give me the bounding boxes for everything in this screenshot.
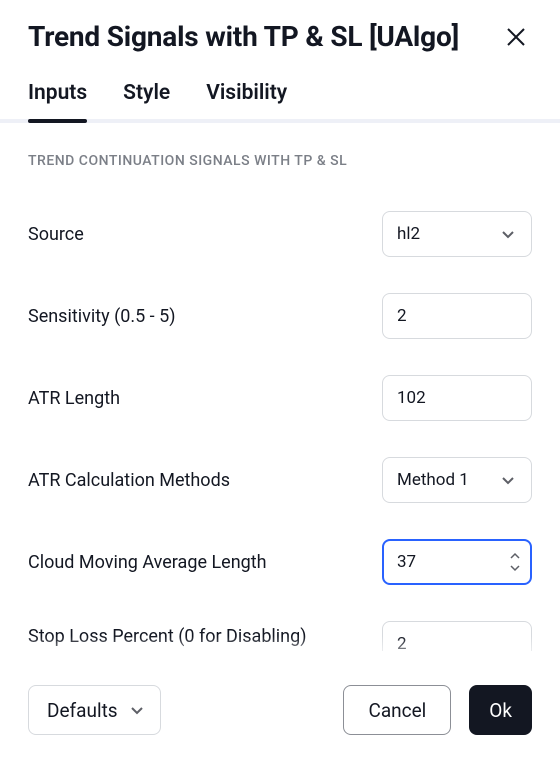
chevron-down-icon xyxy=(499,225,517,243)
dialog-footer: Defaults Cancel Ok xyxy=(0,666,560,759)
defaults-button[interactable]: Defaults xyxy=(28,685,161,735)
section-heading: TREND CONTINUATION SIGNALS WITH TP & SL xyxy=(28,153,532,169)
dialog-header: Trend Signals with TP & SL [UAlgo] xyxy=(0,0,560,61)
label-sensitivity: Sensitivity (0.5 - 5) xyxy=(28,306,176,327)
select-atr-method[interactable]: Method 1 xyxy=(382,457,532,503)
label-cloud-ma: Cloud Moving Average Length xyxy=(28,552,267,573)
ok-button[interactable]: Ok xyxy=(469,685,532,735)
chevron-down-icon xyxy=(499,471,517,489)
row-atr-method: ATR Calculation Methods Method 1 xyxy=(28,457,532,503)
input-atr-length[interactable] xyxy=(382,375,532,421)
select-source[interactable]: hl2 xyxy=(382,211,532,257)
dialog-title: Trend Signals with TP & SL [UAlgo] xyxy=(28,20,459,53)
input-stop-loss[interactable] xyxy=(382,621,532,651)
label-source: Source xyxy=(28,224,84,245)
label-atr-length: ATR Length xyxy=(28,388,120,409)
number-stepper xyxy=(508,545,522,579)
tab-visibility[interactable]: Visibility xyxy=(206,81,287,119)
close-icon xyxy=(505,26,527,48)
row-source: Source hl2 xyxy=(28,211,532,257)
tab-inputs[interactable]: Inputs xyxy=(28,81,87,119)
input-stop-loss-field[interactable] xyxy=(397,634,517,651)
select-atr-method-value: Method 1 xyxy=(397,470,469,490)
label-atr-method: ATR Calculation Methods xyxy=(28,470,230,491)
row-atr-length: ATR Length xyxy=(28,375,532,421)
input-sensitivity-field[interactable] xyxy=(397,306,517,326)
cancel-button[interactable]: Cancel xyxy=(343,685,451,735)
chevron-down-icon[interactable] xyxy=(508,563,522,573)
chevron-down-icon xyxy=(128,701,146,719)
defaults-label: Defaults xyxy=(47,699,118,722)
input-cloud-ma[interactable] xyxy=(382,539,532,585)
input-sensitivity[interactable] xyxy=(382,293,532,339)
label-stop-loss: Stop Loss Percent (0 for Disabling) xyxy=(28,626,307,647)
footer-actions: Cancel Ok xyxy=(343,685,532,735)
row-sensitivity: Sensitivity (0.5 - 5) xyxy=(28,293,532,339)
close-button[interactable] xyxy=(500,21,532,53)
chevron-up-icon[interactable] xyxy=(508,551,522,561)
input-cloud-ma-field[interactable] xyxy=(397,552,517,572)
select-source-value: hl2 xyxy=(397,224,420,244)
settings-dialog: Trend Signals with TP & SL [UAlgo] Input… xyxy=(0,0,560,759)
tab-style[interactable]: Style xyxy=(123,81,170,119)
row-stop-loss: Stop Loss Percent (0 for Disabling) xyxy=(28,621,532,651)
tab-bar: Inputs Style Visibility xyxy=(0,61,560,123)
row-cloud-ma: Cloud Moving Average Length xyxy=(28,539,532,585)
inputs-panel: TREND CONTINUATION SIGNALS WITH TP & SL … xyxy=(0,123,560,666)
input-atr-length-field[interactable] xyxy=(397,388,517,408)
